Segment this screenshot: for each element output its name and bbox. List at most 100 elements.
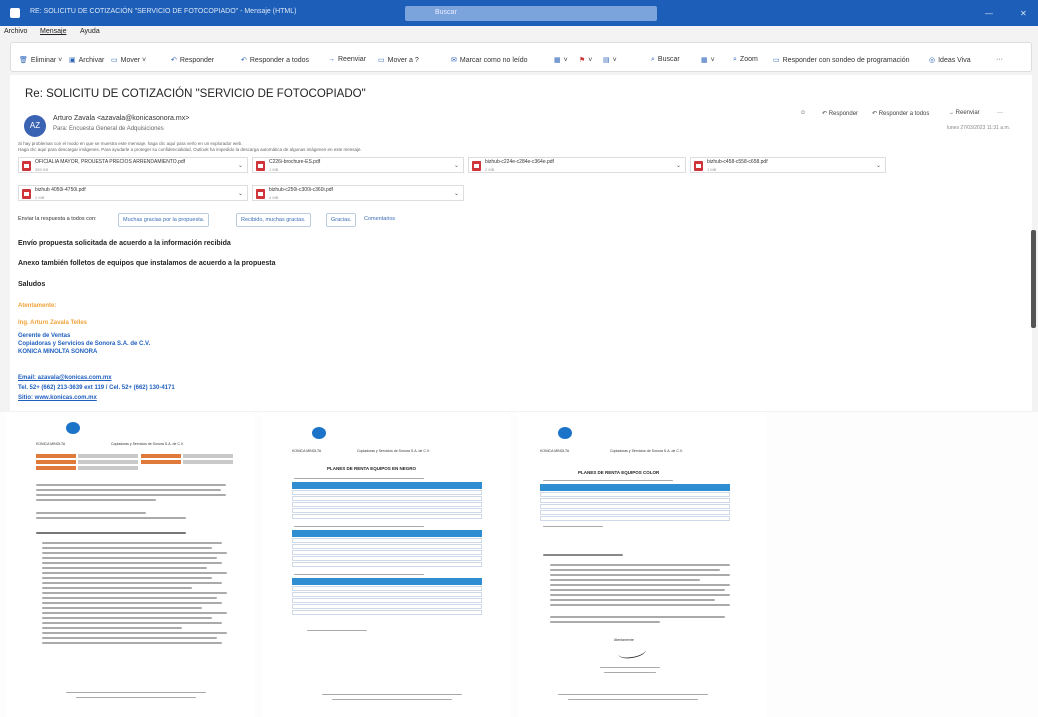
suggested-reply[interactable]: Gracias. [326, 213, 357, 227]
table-row [292, 586, 482, 591]
sender-name[interactable]: Arturo Zavala <azavala@konicasonora.mx> [53, 115, 189, 122]
text-line [42, 552, 227, 554]
close-button[interactable]: ✕ [1020, 9, 1027, 18]
text-line [550, 616, 725, 618]
reply-icon: ↶ [171, 57, 177, 64]
message-subject: Re: SOLICITU DE COTIZACIÓN "SERVICIO DE … [25, 88, 366, 100]
menu-mensaje[interactable]: Mensaje [40, 28, 66, 35]
archive-button[interactable]: ▣ Archivar [69, 56, 104, 64]
search-box[interactable]: Buscar [405, 6, 657, 21]
document-page: KONICA MINOLTA Copiadoras y Servicios de… [262, 412, 510, 717]
move-button[interactable]: ▭ Mover ˅ [111, 56, 146, 64]
flag-button[interactable]: ⚑ ˅ [579, 56, 592, 64]
header-block [78, 454, 138, 458]
document-page: KONICA MINOLTA Copiadoras y Servicios de… [6, 412, 254, 717]
text-line [36, 489, 221, 491]
table-row [292, 604, 482, 609]
mark-read-icon: ✉ [451, 57, 457, 64]
signature-role: Gerente de Ventas [18, 333, 71, 339]
suggested-reply[interactable]: Muchas gracias por la propuesta. [118, 213, 210, 227]
footer-line [332, 699, 452, 700]
chevron-down-icon[interactable]: ⌄ [676, 162, 681, 169]
konica-logo-icon [66, 422, 80, 434]
reaction-button[interactable]: ☺ [800, 110, 806, 116]
signature-website[interactable]: Sitio: www.konicas.com.mx [18, 395, 97, 401]
scrollbar-thumb[interactable] [1031, 230, 1036, 328]
message-forward-button[interactable]: → Reenviar [948, 110, 980, 116]
message-more-button[interactable]: ··· [997, 110, 1003, 116]
comments-button[interactable]: Comentarios [360, 213, 399, 225]
chevron-down-icon[interactable]: ⌄ [454, 162, 459, 169]
suggested-reply[interactable]: Recibido, muchas gracias. [236, 213, 311, 227]
text-line [550, 569, 720, 571]
text-line [42, 567, 207, 569]
move-icon: ▭ [111, 57, 118, 64]
header-block [183, 460, 233, 464]
reply-button[interactable]: ↶ Responder [171, 56, 214, 64]
document-page: KONICA MINOLTA Copiadoras y Servicios de… [518, 412, 766, 717]
footer-line [568, 699, 698, 700]
schedule-reply-button[interactable]: ▭ Responder con sondeo de programación [773, 56, 910, 64]
table-row [292, 550, 482, 555]
move-to-button[interactable]: ▭ Mover a ? [378, 56, 419, 64]
table-header [292, 530, 482, 537]
minimize-button[interactable]: — [985, 9, 993, 18]
pdf-icon [694, 161, 703, 171]
pdf-icon [22, 161, 31, 171]
chevron-down-icon[interactable]: ⌄ [238, 190, 243, 197]
images-notice[interactable]: Haga clic aquí para descargar imágenes. … [18, 147, 362, 152]
display-notice[interactable]: Si hay problemas con el modo en que se m… [18, 141, 242, 146]
avatar[interactable]: AZ [24, 115, 46, 137]
zoom-button[interactable]: ⌕ Zoom [733, 56, 758, 64]
categorize-button[interactable]: ▦ ˅ [554, 56, 568, 64]
text-line [550, 579, 700, 581]
mark-unread-button[interactable]: ✉ Marcar como no leído [451, 56, 528, 64]
text-line [550, 621, 660, 623]
reply-all-button[interactable]: ↶ Responder a todos [241, 56, 309, 64]
attachment-size: 2 MB [35, 195, 45, 200]
table-row [292, 610, 482, 615]
handwritten-signature [617, 643, 647, 661]
find-button[interactable]: ⌕ Buscar [651, 56, 680, 64]
text-line [42, 617, 212, 619]
footer-line [558, 694, 708, 695]
text-line [550, 594, 730, 596]
ribbon-overflow-button[interactable]: ··· [996, 56, 1003, 63]
table-row [292, 490, 482, 495]
text-line [42, 587, 192, 589]
forward-button[interactable]: → Reenviar [328, 56, 366, 63]
text-line [600, 667, 660, 668]
attachment-card[interactable]: OFICIALIA MAYOR, PROUESTA PRECIOS ARREND… [18, 157, 248, 173]
text-line [307, 630, 367, 631]
chevron-down-icon[interactable]: ⌄ [454, 190, 459, 197]
chevron-down-icon[interactable]: ⌄ [238, 162, 243, 169]
translate-button[interactable]: ▦ ˅ [701, 56, 715, 64]
viva-insights-button[interactable]: ◎ Ideas Viva [929, 56, 971, 64]
menu-ayuda[interactable]: Ayuda [80, 28, 100, 35]
ribbon-toolbar: 🗑 Eliminar ˅ ▣ Archivar ▭ Mover ˅ ↶ Responde… [10, 42, 1032, 72]
menu-archivo[interactable]: Archivo [4, 28, 27, 35]
signature-email[interactable]: Email: azavala@konicas.com.mx [18, 375, 112, 381]
recipients-line: Para: Encuesta General de Adquisiciones [53, 126, 164, 132]
message-datetime: lunes 27/03/2023 11:31 a.m. [946, 125, 1010, 131]
attachment-card[interactable]: bizhub-c458-c558-c658.pdf 1 MB ⌄ [690, 157, 886, 173]
teams-reply-icon: ▭ [773, 57, 780, 64]
table-row [292, 502, 482, 507]
chevron-down-icon[interactable]: ⌄ [876, 162, 881, 169]
pdf-icon [256, 189, 265, 199]
table-row [540, 510, 730, 515]
attachment-card[interactable]: bizhub 4050i-4750i.pdf 2 MB ⌄ [18, 185, 248, 201]
message-reply-button[interactable]: ↶ Responder [822, 110, 858, 117]
delete-button[interactable]: 🗑 Eliminar ˅ [19, 56, 62, 64]
attachment-card[interactable]: bizhub-c224e-c284e-c364e.pdf 2 MB ⌄ [468, 157, 686, 173]
table-row [292, 538, 482, 543]
text-line [42, 632, 227, 634]
message-reply-all-button[interactable]: ↶ Responder a todos [872, 110, 929, 117]
more-actions-button[interactable]: ▤ ˅ [603, 56, 617, 64]
attachment-card[interactable]: C226i-brochure-ES.pdf 1 MB ⌄ [252, 157, 464, 173]
footer-line [66, 692, 206, 693]
signature-company: Copiadoras y Servicios de Sonora S.A. de… [18, 341, 151, 347]
attachment-card[interactable]: bizhub-c250i-c300i-c360i.pdf 4 MB ⌄ [252, 185, 464, 201]
text-line [550, 589, 725, 591]
header-block [78, 466, 138, 470]
